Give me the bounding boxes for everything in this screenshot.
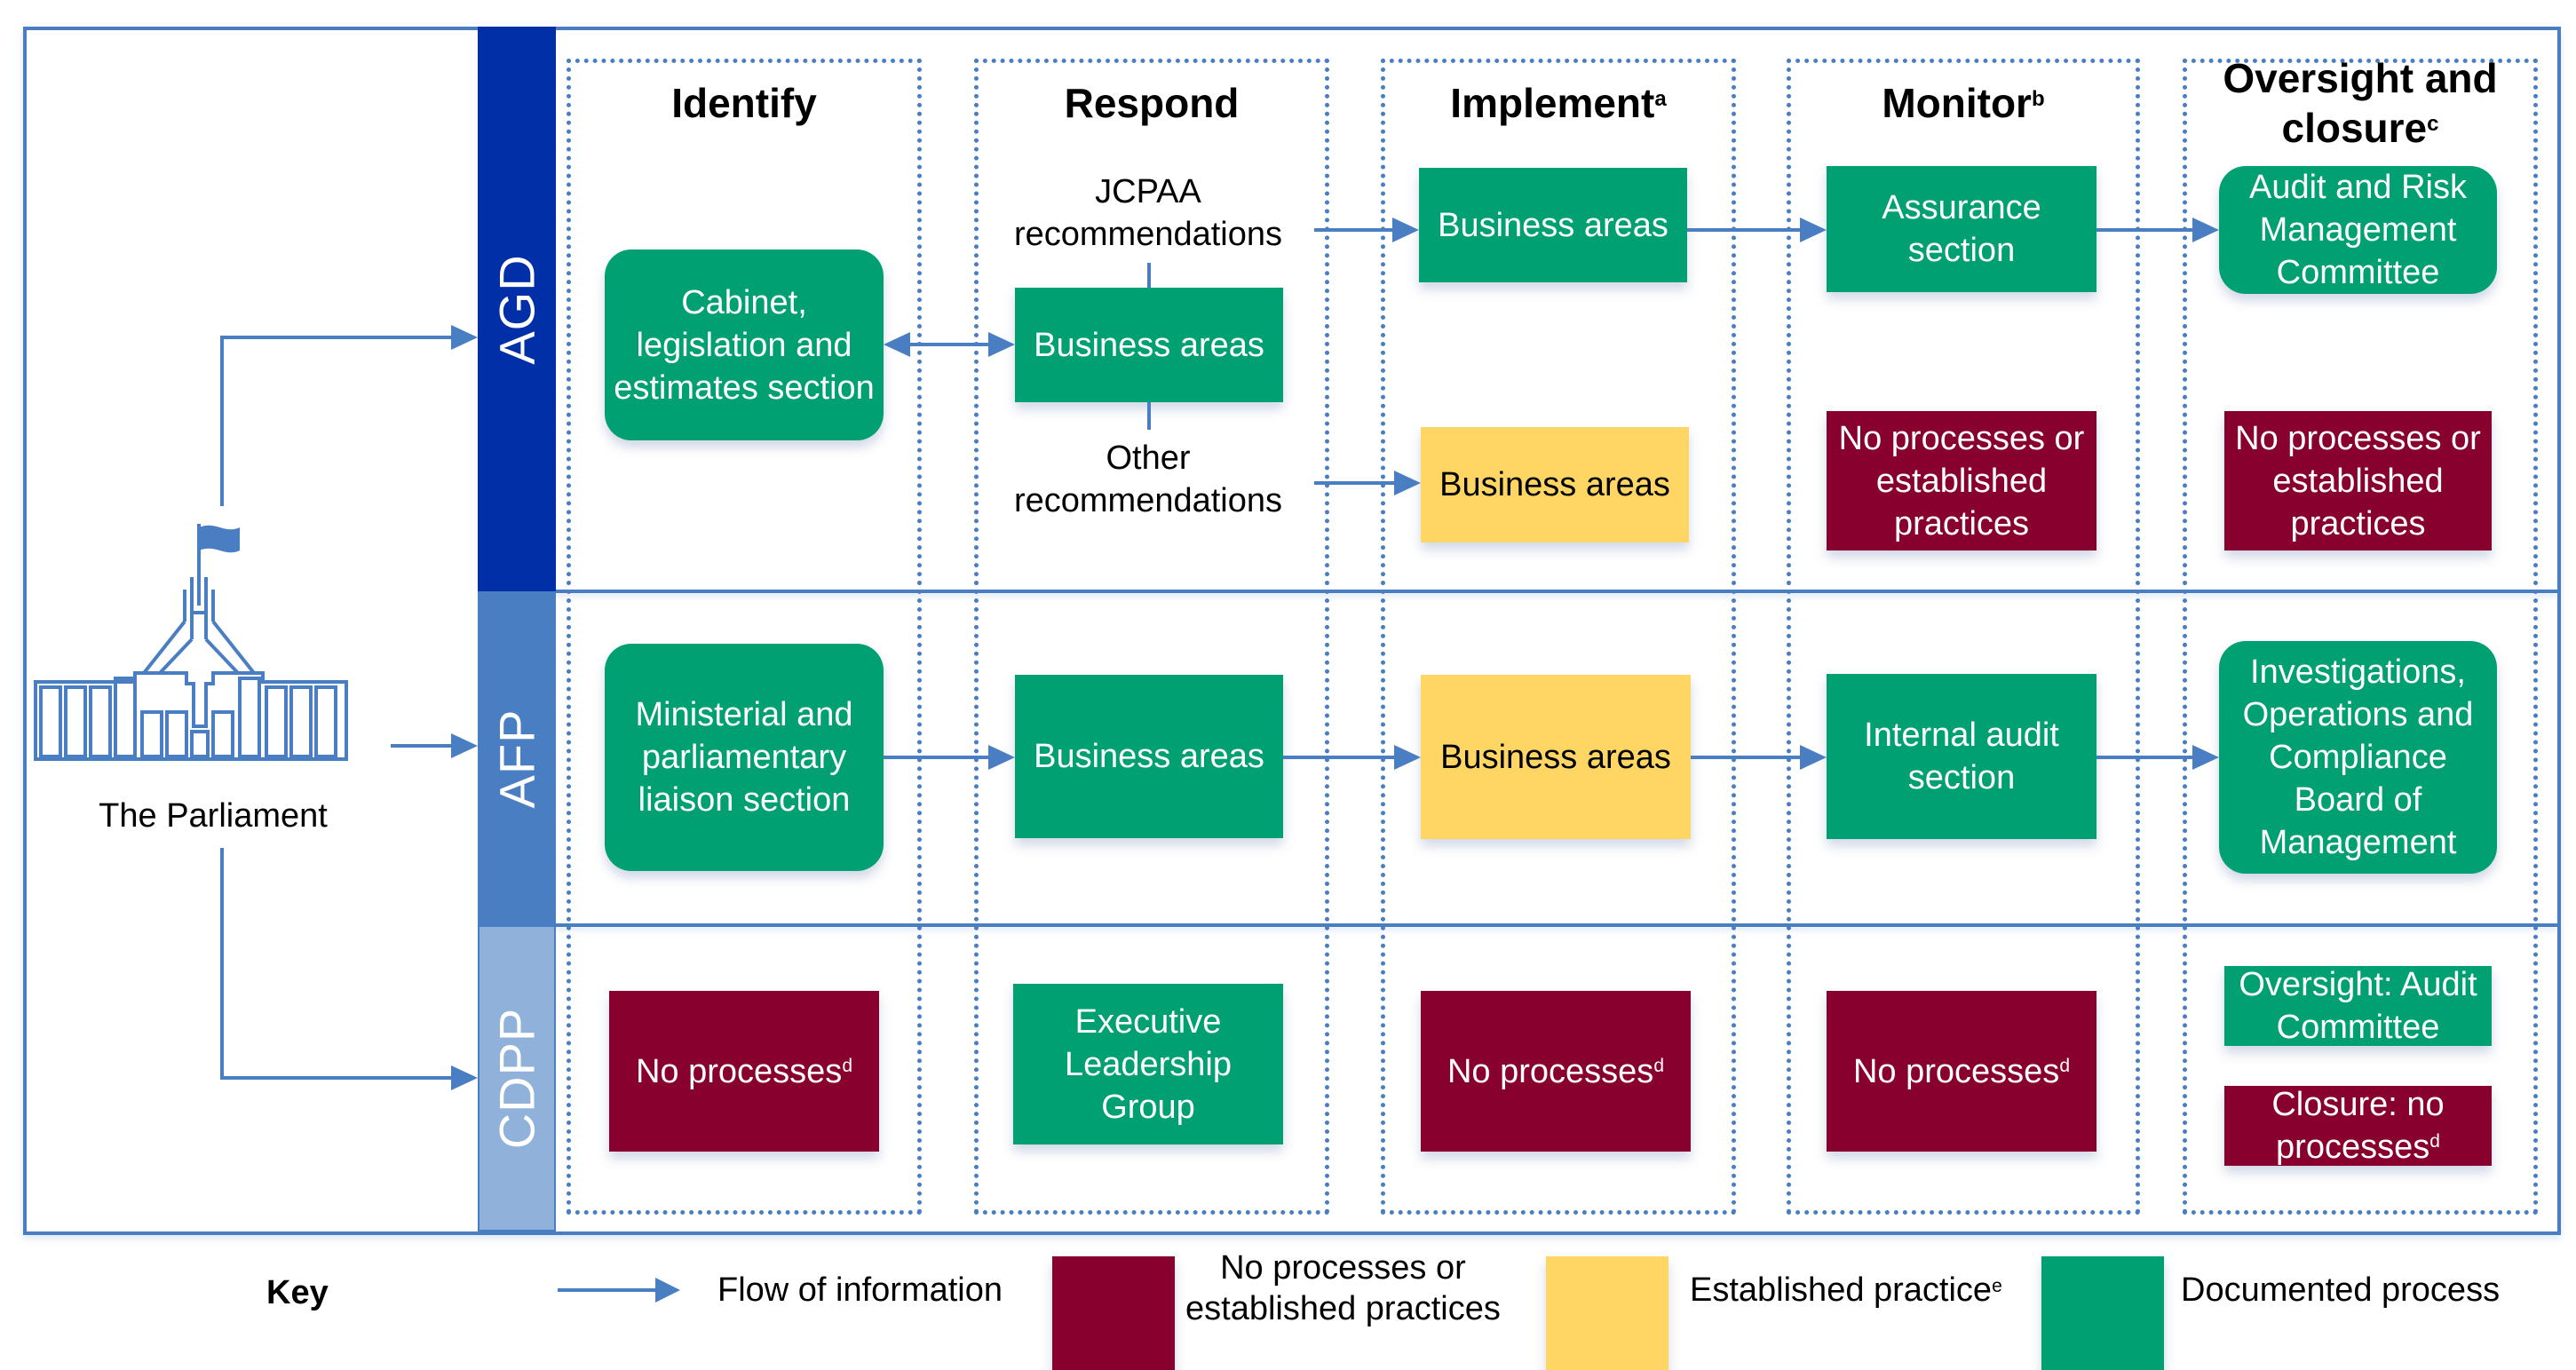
- footnote-marker: a: [1654, 87, 1667, 111]
- footnote-marker: d: [842, 1055, 852, 1076]
- cdpp-oversight-box: Oversight: Audit Committee: [2224, 966, 2492, 1046]
- cdpp-closure-box: Closure: no processesd: [2224, 1086, 2492, 1166]
- agd-identify-box: Cabinet, legislation and estimates secti…: [605, 249, 884, 440]
- phase-heading-implement: Implementa: [1450, 80, 1667, 126]
- agd-monitor-none-box: No processes or established practices: [1827, 411, 2096, 550]
- cdpp-identify-box: No processesd: [609, 991, 879, 1152]
- afp-oversight-box: Investigations, Operations and Complianc…: [2219, 641, 2497, 874]
- key-established-label: Established practicee: [1690, 1271, 2002, 1309]
- key-arrowhead: [655, 1278, 680, 1303]
- key-flow-label: Flow of information: [717, 1271, 1003, 1309]
- key-swatch-none: [1052, 1256, 1175, 1370]
- afp-implement-box: Business areas: [1421, 675, 1691, 839]
- key-none-label: No processes or established practices: [1185, 1249, 1501, 1327]
- footnote-marker: b: [2031, 87, 2045, 111]
- agd-monitor-box: Assurance section: [1827, 166, 2096, 292]
- key-swatch-documented: [2041, 1256, 2164, 1370]
- agd-other-label: Other recommendations: [1013, 440, 1283, 519]
- agd-respond-box: Business areas: [1015, 288, 1283, 402]
- lane-label-cdpp: CDPP: [478, 925, 556, 1231]
- key-swatch-established: [1546, 1256, 1668, 1370]
- key-title: Key: [266, 1274, 329, 1311]
- phase-heading-monitor: Monitorb: [1882, 80, 2045, 126]
- cdpp-respond-box: Executive Leadership Group: [1013, 984, 1283, 1144]
- afp-monitor-box: Internal audit section: [1827, 674, 2096, 839]
- phase-heading-oversight: Oversight and closurec: [2223, 55, 2498, 151]
- phase-heading-identify: Identify: [671, 80, 817, 126]
- agd-implement-established-box: Business areas: [1421, 427, 1689, 542]
- agd-oversight-none-box: No processes or established practices: [2224, 411, 2492, 550]
- afp-identify-box: Ministerial and parliamentary liaison se…: [605, 644, 884, 871]
- afp-respond-box: Business areas: [1015, 675, 1283, 838]
- footnote-marker: c: [2427, 112, 2439, 136]
- parliament-house-icon: [34, 524, 348, 761]
- lane-label-afp: AFP: [478, 591, 556, 925]
- lane-cdpp-text: CDPP: [488, 1007, 545, 1150]
- footnote-marker: d: [2059, 1055, 2070, 1076]
- agd-jcpaa-label: JCPAA recommendations: [1013, 173, 1283, 253]
- lane-label-agd: AGD: [478, 27, 556, 591]
- lane-afp-text: AFP: [488, 709, 545, 808]
- lane-agd-text: AGD: [488, 253, 545, 365]
- footnote-marker: d: [2429, 1131, 2440, 1152]
- parliament-label: The Parliament: [99, 797, 328, 835]
- cdpp-monitor-box: No processesd: [1827, 991, 2096, 1152]
- phase-heading-respond: Respond: [1064, 80, 1240, 126]
- cdpp-implement-box: No processesd: [1421, 991, 1691, 1152]
- key-documented-label: Documented process: [2181, 1271, 2501, 1309]
- footnote-marker: d: [1653, 1055, 1664, 1076]
- footnote-marker: e: [1992, 1276, 2002, 1296]
- agd-oversight-box: Audit and Risk Management Committee: [2219, 166, 2497, 294]
- agd-implement-documented-box: Business areas: [1419, 168, 1687, 282]
